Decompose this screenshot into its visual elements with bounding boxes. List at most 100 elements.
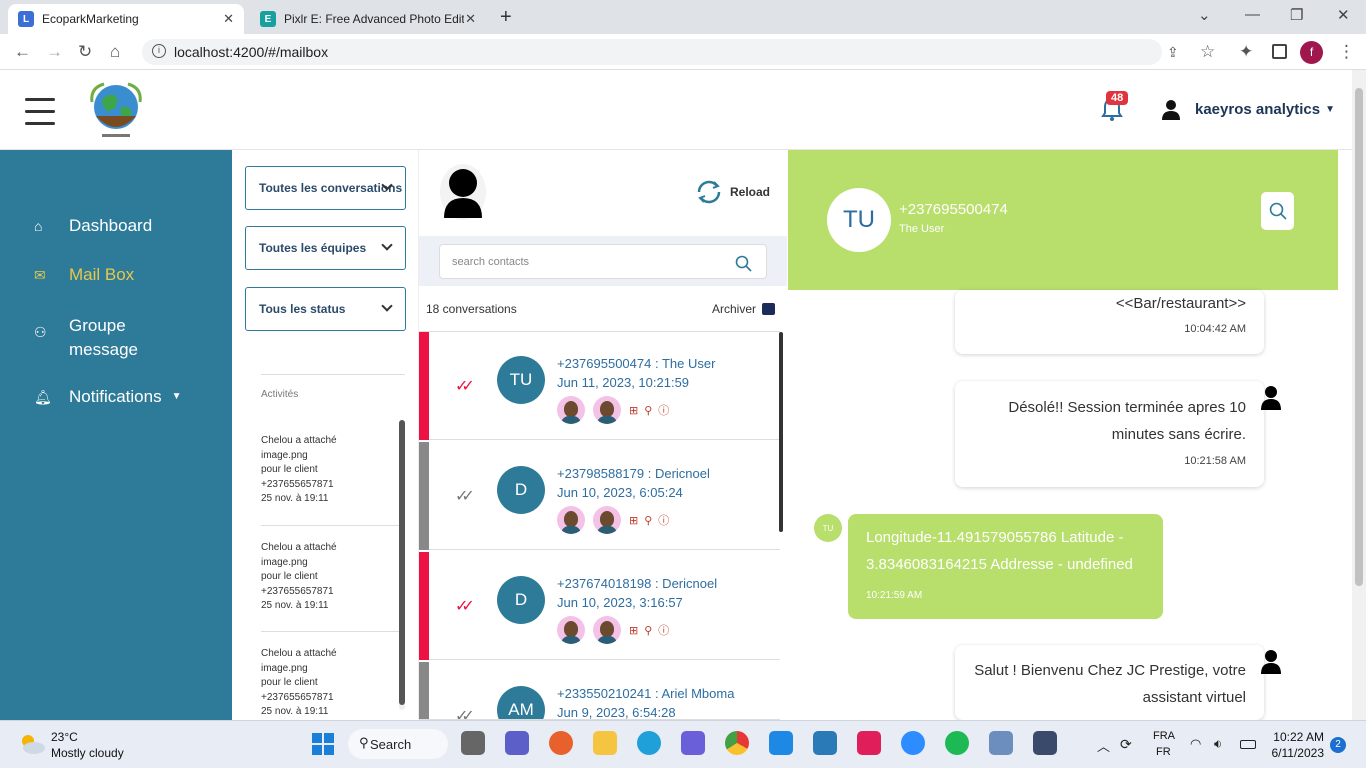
conversation-date: Jun 10, 2023, 3:16:57	[557, 595, 683, 610]
close-tab-icon[interactable]: ✕	[465, 11, 476, 27]
teams-icon[interactable]	[505, 731, 529, 755]
sync-icon[interactable]: ⟳	[1120, 736, 1132, 753]
remote-desktop-icon[interactable]	[989, 731, 1013, 755]
search-contacts-input[interactable]: search contacts	[439, 244, 767, 279]
sidebar-item-mailbox[interactable]: ✉ Mail Box	[34, 265, 134, 285]
page-scrollbar[interactable]	[1352, 70, 1366, 720]
tab-pixlr[interactable]: E Pixlr E: Free Advanced Photo Edit ✕	[250, 4, 486, 34]
sidebar-item-groupe-message[interactable]: ⚇ Groupe message	[34, 314, 159, 362]
assign-user-icon[interactable]: ⚲	[644, 404, 652, 417]
clock-time[interactable]: 10:22 AM	[1270, 730, 1324, 744]
minimize-icon[interactable]: —	[1245, 6, 1260, 23]
chat-search-button[interactable]	[1261, 192, 1294, 230]
archive-label: Archiver	[712, 302, 757, 316]
new-tab-icon[interactable]: +	[500, 6, 512, 29]
battery-icon[interactable]	[1240, 740, 1256, 749]
reload-page-icon[interactable]: ↻	[78, 42, 92, 62]
conversation-item[interactable]: ✓✓ D +237674018198 : Dericnoel Jun 10, 2…	[419, 552, 780, 660]
assign-user-icon[interactable]: ⚲	[644, 624, 652, 637]
taskbar-search[interactable]: ⚲ Search	[348, 729, 448, 759]
windows-start-icon[interactable]	[311, 732, 335, 756]
weather-temp[interactable]: 23°C	[51, 730, 78, 744]
conversation-filter-select[interactable]: Toutes les conversations	[245, 166, 406, 210]
firefox-icon[interactable]	[549, 731, 573, 755]
agent-face-avatar	[593, 506, 621, 534]
keyboard-layout[interactable]: FR	[1156, 746, 1171, 758]
restore-icon[interactable]: ❐	[1290, 6, 1303, 24]
contact-avatar: AM	[497, 686, 545, 719]
bookmark-star-icon[interactable]: ☆	[1200, 42, 1215, 62]
sidebar-item-dashboard[interactable]: ⌂ Dashboard	[34, 216, 152, 236]
forward-icon[interactable]: →	[46, 42, 63, 62]
snipping-tool-icon[interactable]	[1033, 731, 1057, 755]
spotify-icon[interactable]	[945, 731, 969, 755]
status-bar	[419, 442, 429, 550]
divider	[261, 525, 405, 526]
close-window-icon[interactable]: ✕	[1337, 6, 1350, 24]
activities-scrollbar[interactable]	[399, 420, 405, 710]
user-mini-avatar: TU	[814, 514, 842, 542]
status-bar	[419, 552, 429, 660]
message-time: 10:21:59 AM	[866, 590, 923, 601]
info-icon[interactable]: ⓘ	[658, 622, 669, 638]
assign-user-icon[interactable]: ⚲	[644, 514, 652, 527]
clock-date[interactable]: 6/11/2023	[1266, 746, 1325, 760]
user-message: Longitude-11.491579055786 Latitude - 3.8…	[848, 514, 1163, 619]
chrome-icon[interactable]	[725, 731, 749, 755]
app-header	[0, 70, 1352, 150]
volume-icon[interactable]: 🔉︎	[1214, 736, 1222, 752]
tray-chevron-up-icon[interactable]: ︿	[1097, 736, 1110, 755]
status-filter-select[interactable]: Tous les status	[245, 287, 406, 331]
conversation-item[interactable]: ✓✓ TU +237695500474 : The User Jun 11, 2…	[419, 332, 780, 440]
conversation-title: +233550210241 : Ariel Mboma	[557, 686, 735, 701]
browser-menu-icon[interactable]: ⋮	[1338, 42, 1355, 62]
info-icon[interactable]: ⓘ	[658, 402, 669, 418]
search-icon[interactable]	[735, 255, 752, 272]
tab-ecopark[interactable]: L EcoparkMarketing ✕	[8, 4, 244, 34]
notification-center-badge[interactable]: 2	[1330, 737, 1346, 753]
conversation-item[interactable]: ✓✓ D +23798588179 : Dericnoel Jun 10, 20…	[419, 442, 780, 550]
agent-face-avatar	[557, 506, 585, 534]
tab-search-chevron-icon[interactable]: ⌄	[1198, 6, 1211, 24]
slack-icon[interactable]	[857, 731, 881, 755]
url-field[interactable]: i localhost:4200/#/mailbox	[142, 39, 1162, 65]
language-code[interactable]: FRA	[1153, 730, 1175, 742]
search-label: Search	[370, 736, 412, 752]
side-panel-icon[interactable]	[1272, 44, 1287, 59]
home-icon: ⌂	[34, 218, 43, 234]
vscode-icon[interactable]	[769, 731, 793, 755]
weather-desc[interactable]: Mostly cloudy	[51, 746, 124, 760]
visual-studio-icon[interactable]	[681, 731, 705, 755]
archive-button[interactable]: Archiver	[712, 302, 776, 316]
url-text: localhost:4200/#/mailbox	[174, 44, 329, 60]
reload-button[interactable]: Reload	[695, 179, 770, 205]
close-tab-icon[interactable]: ✕	[223, 11, 234, 27]
extensions-icon[interactable]: ✦	[1239, 42, 1253, 62]
home-page-icon[interactable]: ⌂	[110, 42, 120, 62]
back-icon[interactable]: ←	[14, 42, 31, 62]
task-view-icon[interactable]	[461, 731, 485, 755]
bot-message: <<Bar/restaurant>> 10:04:42 AM	[955, 290, 1264, 354]
add-box-icon[interactable]: ⊞	[629, 624, 638, 637]
edge-icon[interactable]	[637, 731, 661, 755]
select-value: Toutes les conversations	[259, 181, 403, 195]
zoom-icon[interactable]	[901, 731, 925, 755]
conversation-scrollbar[interactable]	[779, 332, 783, 532]
add-box-icon[interactable]: ⊞	[629, 514, 638, 527]
chat-contact-name: The User	[899, 223, 945, 235]
info-icon[interactable]: ⓘ	[658, 512, 669, 528]
share-icon[interactable]: ⇪	[1167, 44, 1179, 61]
site-info-icon[interactable]: i	[152, 44, 166, 58]
hamburger-menu-icon[interactable]	[25, 98, 55, 134]
wifi-icon[interactable]: ◠	[1190, 736, 1201, 752]
conversation-item[interactable]: ✓✓ AM +233550210241 : Ariel Mboma Jun 9,…	[419, 662, 780, 720]
user-menu[interactable]: kaeyros analytics ▼	[1160, 98, 1335, 120]
add-box-icon[interactable]: ⊞	[629, 404, 638, 417]
file-explorer-icon[interactable]	[593, 731, 617, 755]
double-check-icon: ✓✓	[455, 378, 475, 395]
team-filter-select[interactable]: Toutes les équipes	[245, 226, 406, 270]
notepad-icon[interactable]	[813, 731, 837, 755]
conversation-date: Jun 10, 2023, 6:05:24	[557, 485, 683, 500]
sidebar-item-notifications[interactable]: 🔔︎ Notifications ▼	[34, 387, 182, 407]
profile-avatar[interactable]: f	[1300, 41, 1323, 64]
